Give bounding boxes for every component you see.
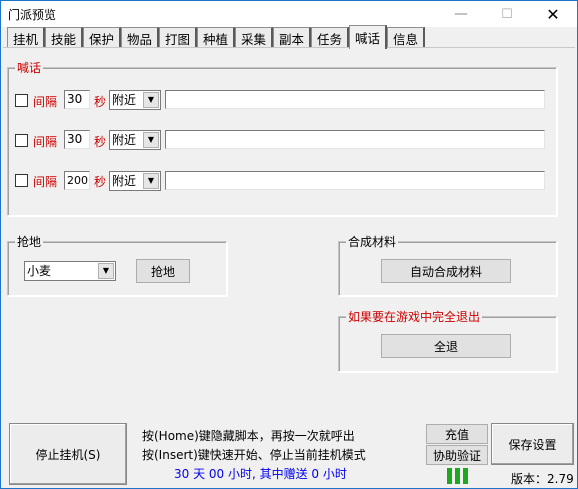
shout-row-1-channel-select[interactable]: 附近 ▼ (109, 90, 161, 110)
crop-select[interactable]: 小麦 ▼ (24, 261, 116, 281)
crop-select-value: 小麦 (27, 264, 52, 278)
recharge-button[interactable]: 充值 (426, 424, 488, 444)
status-indicator-icon (447, 468, 468, 484)
shout-row-3-interval-input[interactable]: 200 (64, 171, 90, 190)
tab-divider (3, 47, 575, 48)
title-bar: 门派预览 — ☐ ✕ (1, 1, 577, 27)
maximize-button[interactable]: ☐ (484, 1, 530, 27)
tab-map[interactable]: 打图 (159, 27, 197, 48)
shout-row-3-channel-select[interactable]: 附近 ▼ (109, 171, 161, 191)
grab-land-button[interactable]: 抢地 (136, 259, 190, 283)
chevron-down-icon: ▼ (143, 173, 159, 189)
shout-row-1-unit: 秒 (94, 95, 107, 109)
stop-hang-button[interactable]: 停止挂机(S) (9, 423, 127, 485)
shout-row-1-interval-input[interactable]: 30 (64, 90, 90, 109)
tab-protect[interactable]: 保护 (83, 27, 121, 48)
shout-row-1-channel-value: 附近 (112, 93, 137, 107)
tab-dungeon[interactable]: 副本 (273, 27, 311, 48)
auto-synth-button[interactable]: 自动合成材料 (381, 259, 511, 283)
chevron-down-icon: ▼ (98, 263, 114, 279)
shout-row-1-checkbox[interactable] (15, 94, 28, 107)
tab-hang[interactable]: 挂机 (7, 27, 45, 48)
synth-group-title: 合成材料 (346, 233, 399, 250)
shout-row-2-message-input[interactable] (165, 130, 545, 149)
shout-row-1-message-input[interactable] (165, 90, 545, 109)
tab-info[interactable]: 信息 (387, 27, 425, 48)
shout-row-1-interval-label: 间隔 (33, 95, 58, 109)
shout-row-2-interval-input[interactable]: 30 (64, 130, 90, 149)
window-title: 门派预览 (8, 8, 57, 22)
chevron-down-icon: ▼ (143, 92, 159, 108)
hint-home: 按(Home)键隐藏脚本，再按一次就呼出 (142, 429, 355, 443)
save-settings-button[interactable]: 保存设置 (491, 423, 574, 465)
exit-all-button[interactable]: 全退 (381, 334, 511, 358)
remaining-time: 30 天 00 小时, 其中赠送 0 小时 (174, 467, 347, 481)
tab-items[interactable]: 物品 (121, 27, 159, 48)
shout-row-3-message-input[interactable] (165, 171, 545, 190)
shout-row-2-channel-select[interactable]: 附近 ▼ (109, 130, 161, 150)
hint-insert: 按(Insert)键快速开始、停止当前挂机模式 (142, 448, 366, 462)
tab-plant[interactable]: 种植 (197, 27, 235, 48)
tab-gather[interactable]: 采集 (235, 27, 273, 48)
version-label: 版本：2.79 (511, 472, 574, 486)
tab-quest[interactable]: 任务 (311, 27, 349, 48)
shout-row-2-unit: 秒 (94, 135, 107, 149)
shout-row-3-channel-value: 附近 (112, 174, 137, 188)
assist-verify-button[interactable]: 协助验证 (426, 445, 488, 465)
minimize-button[interactable]: — (438, 1, 484, 27)
chevron-down-icon: ▼ (143, 132, 159, 148)
tab-shout[interactable]: 喊话 (349, 25, 387, 49)
grab-group-title: 抢地 (15, 233, 44, 250)
close-button[interactable]: ✕ (530, 1, 576, 27)
tab-skill[interactable]: 技能 (45, 27, 83, 48)
shout-row-2-channel-value: 附近 (112, 133, 137, 147)
app-window: 门派预览 — ☐ ✕ 挂机 技能 保护 物品 打图 种植 采集 副本 任务 喊话… (0, 0, 578, 489)
shout-row-3-interval-label: 间隔 (33, 175, 58, 189)
shout-row-3-checkbox[interactable] (15, 174, 28, 187)
shout-row-3-unit: 秒 (94, 175, 107, 189)
shout-row-2-interval-label: 间隔 (33, 135, 58, 149)
shout-row-2-checkbox[interactable] (15, 134, 28, 147)
shout-group-title: 喊话 (15, 59, 44, 76)
exit-group-title: 如果要在游戏中完全退出 (346, 308, 483, 325)
